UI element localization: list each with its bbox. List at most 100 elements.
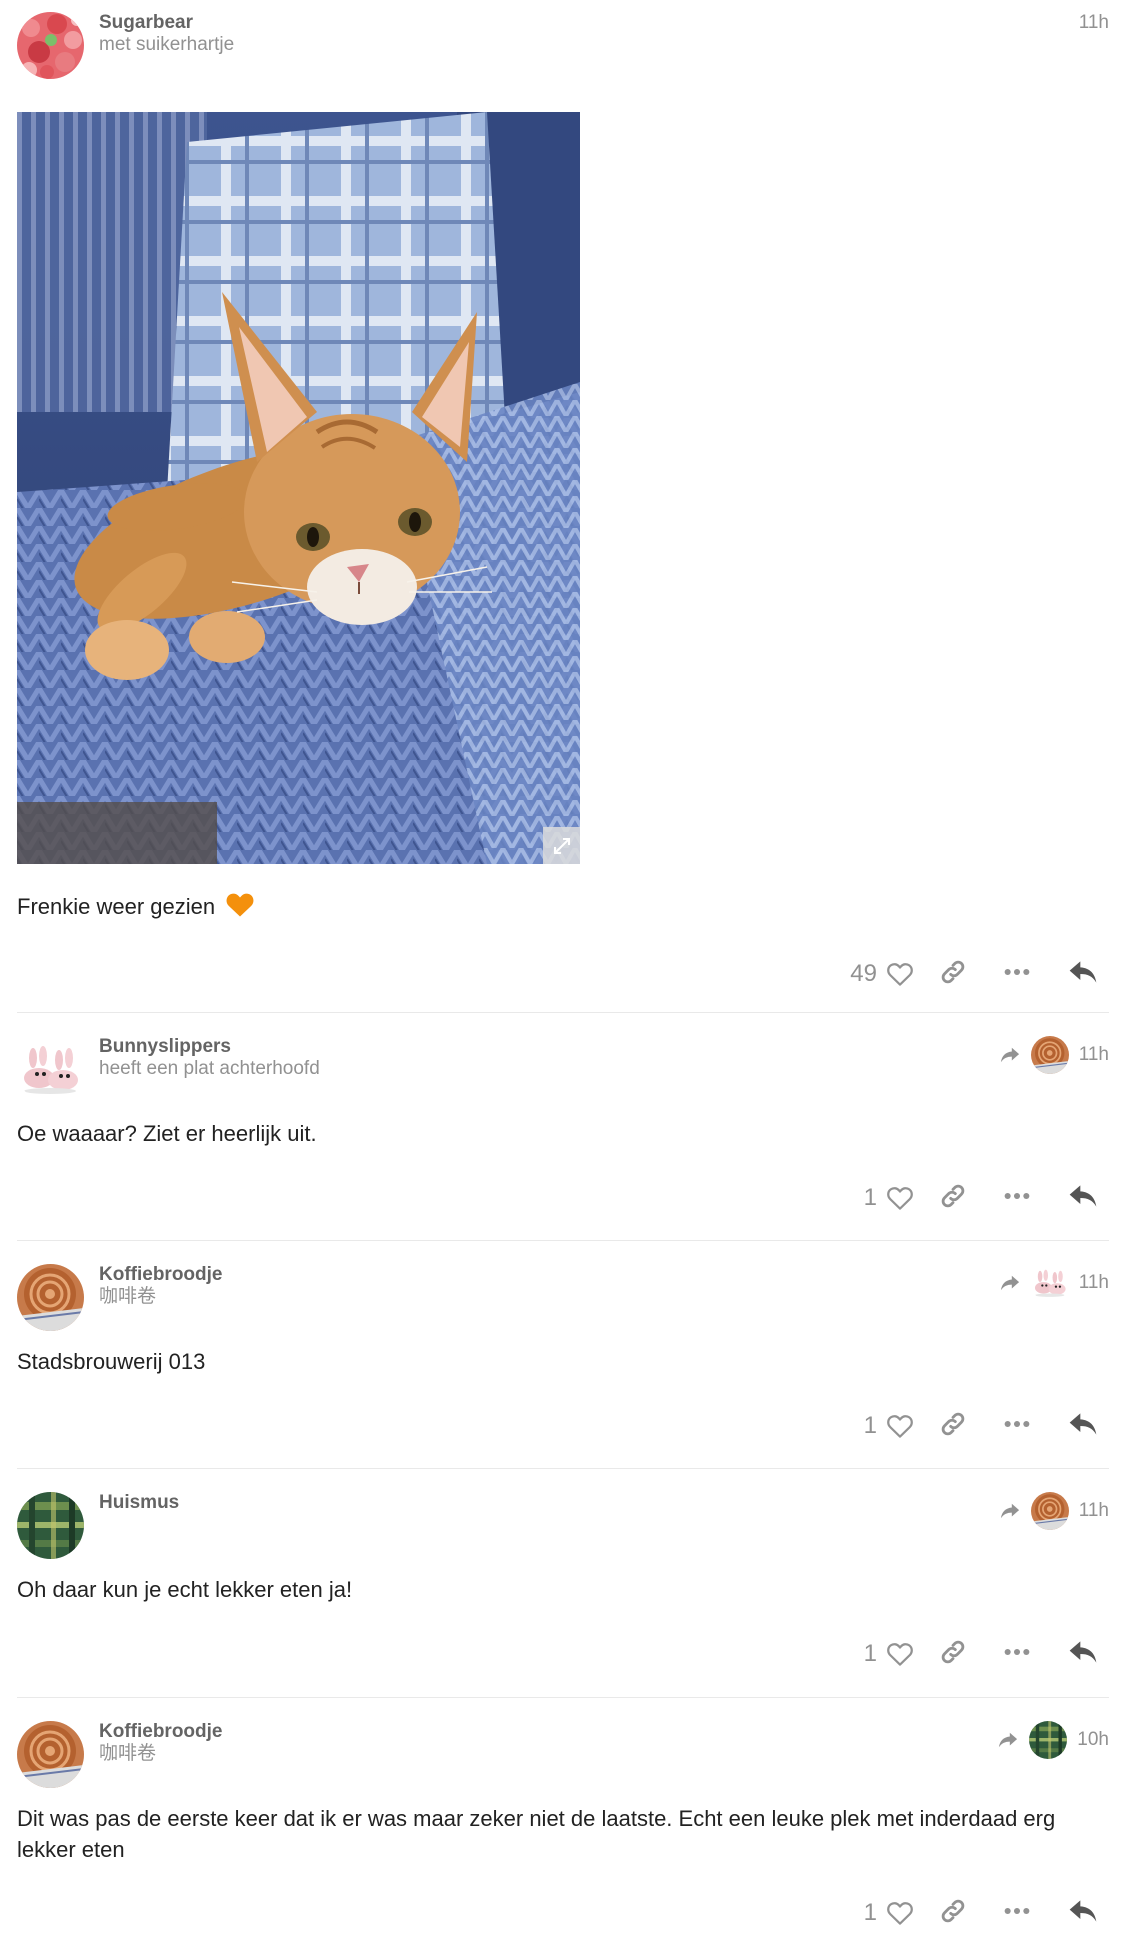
expand-image-button[interactable]	[543, 827, 580, 864]
username[interactable]: Koffiebroodje	[99, 1264, 223, 1286]
post-actions: 49	[850, 954, 1109, 994]
cat-photo	[17, 112, 580, 864]
post-text: Oe waaaar? Ziet er heerlijk uit.	[17, 1121, 317, 1146]
copy-link-button[interactable]	[939, 1638, 967, 1671]
reply-icon	[1067, 956, 1099, 988]
ellipsis-icon	[1003, 958, 1031, 986]
like-button[interactable]: 1	[864, 1411, 915, 1441]
post-actions: 1	[864, 1178, 1109, 1218]
ellipsis-icon	[1003, 1182, 1031, 1210]
post-text: Frenkie weer gezien	[17, 894, 216, 919]
user-avatar-bunnyslippers[interactable]	[17, 1036, 84, 1103]
post-meta: 11h	[999, 1492, 1109, 1530]
post-actions: 1	[864, 1406, 1109, 1446]
link-icon	[939, 958, 967, 986]
post-time[interactable]: 11h	[1079, 1044, 1109, 1066]
like-button[interactable]: 1	[864, 1898, 915, 1928]
heart-icon	[885, 1898, 915, 1928]
post-text: Dit was pas de eerste keer dat ik er was…	[17, 1806, 1056, 1862]
more-options-button[interactable]	[1003, 958, 1031, 991]
post-author: Koffiebroodje 咖啡卷	[99, 1264, 223, 1308]
more-options-button[interactable]	[1003, 1410, 1031, 1443]
user-avatar-huismus[interactable]	[17, 1492, 84, 1559]
post-author: Sugarbear met suikerhartje	[99, 12, 234, 56]
reply-button[interactable]	[1067, 1180, 1099, 1217]
heart-icon	[885, 959, 915, 989]
username[interactable]: Bunnyslippers	[99, 1036, 320, 1058]
post-time[interactable]: 11h	[1079, 1272, 1109, 1294]
post-2: Bunnyslippers heeft een plat achterhoofd…	[17, 1036, 1109, 1236]
post-content: Frenkie weer gezien	[17, 890, 1109, 922]
post-author: Huismus	[99, 1492, 179, 1514]
more-options-button[interactable]	[1003, 1897, 1031, 1930]
post-1: Sugarbear met suikerhartje 11h Frenkie w…	[17, 12, 1109, 1012]
like-count[interactable]: 1	[864, 1640, 877, 1668]
ellipsis-icon	[1003, 1897, 1031, 1925]
user-title: 咖啡卷	[99, 1286, 157, 1307]
reply-to-button[interactable]	[999, 1501, 1021, 1521]
link-icon	[939, 1410, 967, 1438]
post-time[interactable]: 11h	[1079, 12, 1109, 34]
like-count[interactable]: 1	[864, 1184, 877, 1212]
post-actions: 1	[864, 1634, 1109, 1674]
reply-to-button[interactable]	[997, 1730, 1019, 1750]
post-content: Stadsbrouwerij 013	[17, 1346, 1109, 1377]
reply-to-avatar[interactable]	[1031, 1492, 1069, 1530]
reply-to-avatar[interactable]	[1029, 1721, 1067, 1759]
post-divider	[17, 1240, 1109, 1241]
reply-button[interactable]	[1067, 1408, 1099, 1445]
copy-link-button[interactable]	[939, 958, 967, 991]
post-meta: 11h	[999, 1264, 1109, 1302]
post-meta: 10h	[997, 1721, 1109, 1759]
post-content: Oh daar kun je echt lekker eten ja!	[17, 1574, 1109, 1605]
user-avatar-koffiebroodje[interactable]	[17, 1721, 84, 1788]
user-avatar-sugarbear[interactable]	[17, 12, 84, 79]
reply-button[interactable]	[1067, 1636, 1099, 1673]
post-4: Huismus 11h Oh daar kun je echt lekker e…	[17, 1492, 1109, 1692]
reply-to-button[interactable]	[999, 1045, 1021, 1065]
more-options-button[interactable]	[1003, 1182, 1031, 1215]
post-time[interactable]: 10h	[1077, 1729, 1109, 1751]
more-options-button[interactable]	[1003, 1638, 1031, 1671]
ellipsis-icon	[1003, 1410, 1031, 1438]
user-avatar-koffiebroodje[interactable]	[17, 1264, 84, 1331]
user-title: heeft een plat achterhoofd	[99, 1058, 320, 1079]
post-text: Oh daar kun je echt lekker eten ja!	[17, 1577, 353, 1602]
post-divider	[17, 1012, 1109, 1013]
ellipsis-icon	[1003, 1638, 1031, 1666]
username[interactable]: Koffiebroodje	[99, 1721, 223, 1743]
username[interactable]: Sugarbear	[99, 12, 234, 34]
post-author: Bunnyslippers heeft een plat achterhoofd	[99, 1036, 320, 1080]
reply-button[interactable]	[1067, 956, 1099, 993]
like-button[interactable]: 49	[850, 959, 915, 989]
post-image[interactable]	[17, 112, 580, 864]
reply-icon	[1067, 1636, 1099, 1668]
username[interactable]: Huismus	[99, 1492, 179, 1514]
like-button[interactable]: 1	[864, 1183, 915, 1213]
share-arrow-icon	[999, 1045, 1021, 1065]
post-meta: 11h	[999, 1036, 1109, 1074]
link-icon	[939, 1182, 967, 1210]
link-icon	[939, 1897, 967, 1925]
like-count[interactable]: 1	[864, 1899, 877, 1927]
post-content: Oe waaaar? Ziet er heerlijk uit.	[17, 1118, 1109, 1149]
reply-button[interactable]	[1067, 1895, 1099, 1932]
reply-to-button[interactable]	[999, 1273, 1021, 1293]
post-time[interactable]: 11h	[1079, 1500, 1109, 1522]
heart-icon	[885, 1411, 915, 1441]
like-count[interactable]: 49	[850, 960, 877, 988]
copy-link-button[interactable]	[939, 1182, 967, 1215]
reply-icon	[1067, 1180, 1099, 1212]
copy-link-button[interactable]	[939, 1897, 967, 1930]
like-button[interactable]: 1	[864, 1639, 915, 1669]
copy-link-button[interactable]	[939, 1410, 967, 1443]
reply-to-avatar[interactable]	[1031, 1036, 1069, 1074]
share-arrow-icon	[999, 1273, 1021, 1293]
post-text: Stadsbrouwerij 013	[17, 1349, 206, 1374]
post-3: Koffiebroodje 咖啡卷 11h Stadsbrouwerij 013…	[17, 1264, 1109, 1464]
link-icon	[939, 1638, 967, 1666]
like-count[interactable]: 1	[864, 1412, 877, 1440]
post-divider	[17, 1697, 1109, 1698]
post-divider	[17, 1468, 1109, 1469]
reply-to-avatar[interactable]	[1031, 1264, 1069, 1302]
